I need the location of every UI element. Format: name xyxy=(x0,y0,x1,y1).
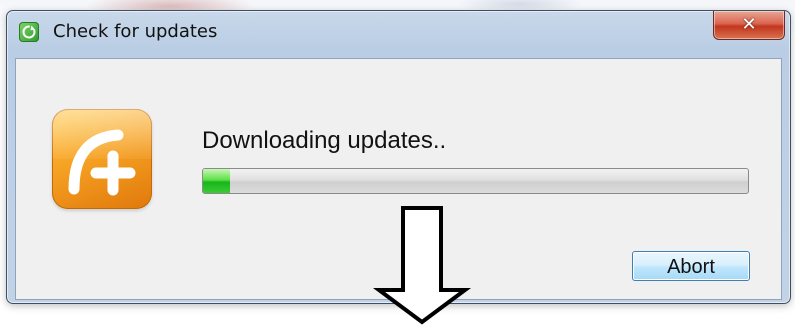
download-progress-bar xyxy=(202,168,749,194)
app-logo-icon xyxy=(52,109,152,209)
window-title: Check for updates xyxy=(53,21,218,42)
abort-button[interactable]: Abort xyxy=(632,251,750,281)
update-refresh-icon xyxy=(19,22,39,42)
close-icon: ✕ xyxy=(741,14,757,35)
down-arrow-icon xyxy=(373,206,472,325)
download-status-text: Downloading updates.. xyxy=(202,127,447,154)
close-button[interactable]: ✕ xyxy=(713,11,785,40)
progress-fill xyxy=(203,169,231,193)
title-bar[interactable]: Check for updates ✕ xyxy=(7,11,790,53)
